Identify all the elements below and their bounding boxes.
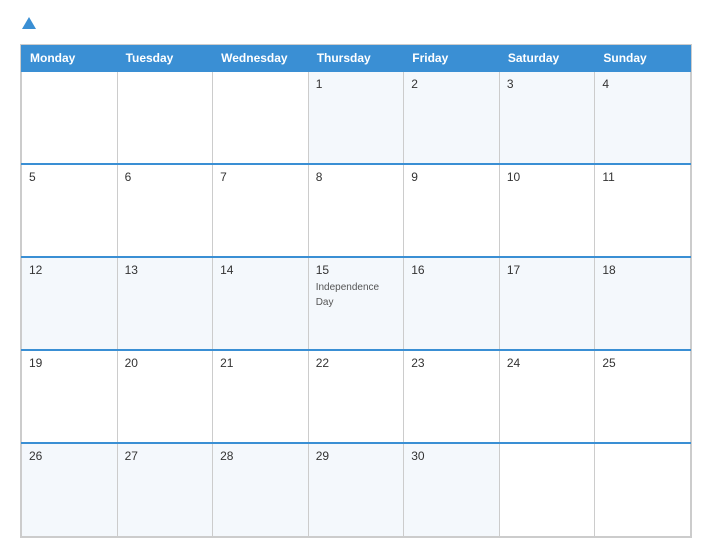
weekday-header-saturday: Saturday: [499, 46, 595, 72]
calendar-cell: 9: [404, 164, 500, 257]
weekday-header-row: MondayTuesdayWednesdayThursdayFridaySatu…: [22, 46, 691, 72]
day-number: 7: [220, 170, 301, 184]
day-number: 15: [316, 263, 397, 277]
calendar-cell: 16: [404, 257, 500, 350]
calendar-cell: 19: [22, 350, 118, 443]
day-number: 11: [602, 170, 683, 184]
day-number: 27: [125, 449, 206, 463]
calendar-cell: 21: [213, 350, 309, 443]
day-number: 6: [125, 170, 206, 184]
calendar-cell: 18: [595, 257, 691, 350]
calendar-cell: 12: [22, 257, 118, 350]
calendar-cell: 3: [499, 71, 595, 164]
day-number: 16: [411, 263, 492, 277]
calendar-cell: 23: [404, 350, 500, 443]
week-row-5: 26 27 28 29 30: [22, 443, 691, 536]
calendar-cell: 30: [404, 443, 500, 536]
weekday-header-sunday: Sunday: [595, 46, 691, 72]
calendar-table: MondayTuesdayWednesdayThursdayFridaySatu…: [21, 45, 691, 537]
calendar-cell: 20: [117, 350, 213, 443]
week-row-2: 5 67 89 10 11: [22, 164, 691, 257]
day-number: 28: [220, 449, 301, 463]
calendar-cell: [22, 71, 118, 164]
day-number: 5: [29, 170, 110, 184]
day-number: 12: [29, 263, 110, 277]
calendar-cell: 15 Independence Day: [308, 257, 404, 350]
calendar-cell: [499, 443, 595, 536]
logo: [20, 18, 36, 30]
day-number: 9: [411, 170, 492, 184]
calendar-cell: 6: [117, 164, 213, 257]
calendar: MondayTuesdayWednesdayThursdayFridaySatu…: [20, 44, 692, 538]
day-number: 14: [220, 263, 301, 277]
week-row-4: 19 20 21 22 23 24 25: [22, 350, 691, 443]
calendar-cell: 24: [499, 350, 595, 443]
calendar-cell: 11: [595, 164, 691, 257]
day-number: 29: [316, 449, 397, 463]
weekday-header-tuesday: Tuesday: [117, 46, 213, 72]
day-number: 18: [602, 263, 683, 277]
calendar-cell: 13: [117, 257, 213, 350]
calendar-cell: [213, 71, 309, 164]
day-number: 13: [125, 263, 206, 277]
calendar-cell: 7: [213, 164, 309, 257]
event-label: Independence Day: [316, 282, 379, 308]
calendar-cell: 8: [308, 164, 404, 257]
calendar-cell: 27: [117, 443, 213, 536]
day-number: 2: [411, 77, 492, 91]
day-number: 26: [29, 449, 110, 463]
logo-triangle-icon: [22, 17, 36, 29]
calendar-cell: 5: [22, 164, 118, 257]
calendar-cell: 25: [595, 350, 691, 443]
day-number: 21: [220, 356, 301, 370]
calendar-cell: 28: [213, 443, 309, 536]
calendar-cell: 26: [22, 443, 118, 536]
day-number: 20: [125, 356, 206, 370]
calendar-cell: 10: [499, 164, 595, 257]
calendar-cell: 17: [499, 257, 595, 350]
day-number: 24: [507, 356, 588, 370]
day-number: 23: [411, 356, 492, 370]
calendar-cell: 14: [213, 257, 309, 350]
calendar-cell: 1: [308, 71, 404, 164]
day-number: 19: [29, 356, 110, 370]
calendar-cell: 4: [595, 71, 691, 164]
day-number: 22: [316, 356, 397, 370]
day-number: 3: [507, 77, 588, 91]
calendar-cell: 2: [404, 71, 500, 164]
weekday-header-thursday: Thursday: [308, 46, 404, 72]
calendar-cell: 22: [308, 350, 404, 443]
weekday-header-wednesday: Wednesday: [213, 46, 309, 72]
calendar-cell: 29: [308, 443, 404, 536]
day-number: 17: [507, 263, 588, 277]
page: MondayTuesdayWednesdayThursdayFridaySatu…: [0, 0, 712, 550]
day-number: 4: [602, 77, 683, 91]
day-number: 1: [316, 77, 397, 91]
calendar-cell: [117, 71, 213, 164]
day-number: 25: [602, 356, 683, 370]
week-row-1: 12 34: [22, 71, 691, 164]
day-number: 10: [507, 170, 588, 184]
weekday-header-friday: Friday: [404, 46, 500, 72]
weekday-header-monday: Monday: [22, 46, 118, 72]
calendar-cell: [595, 443, 691, 536]
day-number: 30: [411, 449, 492, 463]
header: [20, 18, 692, 30]
week-row-3: 12 13 14 15 Independence Day 16 17 18: [22, 257, 691, 350]
day-number: 8: [316, 170, 397, 184]
